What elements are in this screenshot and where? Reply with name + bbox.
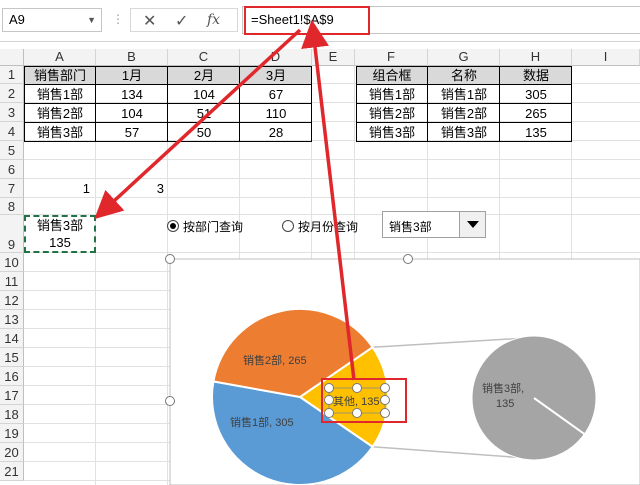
chart-resize-handle[interactable] [165,254,175,264]
chart-resize-handle[interactable] [165,396,175,406]
chart-resize-handle[interactable] [403,254,413,264]
data-label-sales-3-value[interactable]: 135 [496,398,514,410]
data-label-sales-1[interactable]: 销售1部, 305 [230,415,294,429]
data-label-sales-2[interactable]: 销售2部, 265 [243,353,307,367]
pie-of-pie-chart[interactable]: 销售2部, 265销售1部, 305其他, 135销售3部,135 [0,0,640,485]
label-highlight-box [321,378,407,423]
data-label-sales-3[interactable]: 销售3部, [482,381,524,395]
